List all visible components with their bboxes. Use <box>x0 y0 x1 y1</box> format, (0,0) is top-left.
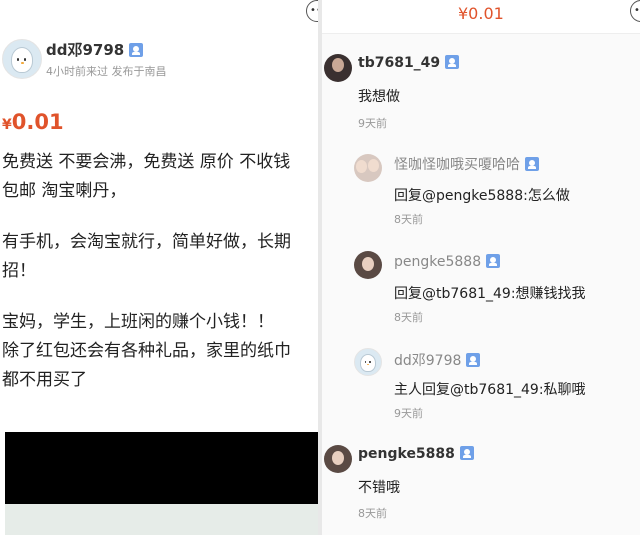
post-body-line: 免费送 不要会沸，免费送 原价 不收钱 <box>2 152 291 172</box>
commenter-name[interactable]: pengke5888 <box>394 254 501 270</box>
more-options-button[interactable]: ••• <box>306 0 318 22</box>
commenter-name[interactable]: 怪咖怪咖哦买嗄哈哈 <box>394 154 539 174</box>
verified-badge-icon <box>459 446 474 460</box>
author-avatar[interactable] <box>2 39 42 79</box>
post-price: ¥0.01 <box>2 110 64 134</box>
comment-text: 我想做 <box>358 89 400 105</box>
comment-time: 8天前 <box>394 213 423 226</box>
commenter-name[interactable]: tb7681_49 <box>358 55 460 71</box>
post-body-line: 包邮 淘宝喇丹， <box>2 181 127 201</box>
post-meta: 4小时前来过 发布于南昌 <box>46 65 167 78</box>
comment-time: 9天前 <box>358 117 387 130</box>
commenter-avatar[interactable] <box>354 251 382 279</box>
currency-symbol: ¥ <box>2 117 12 133</box>
bird-avatar-icon <box>360 353 376 372</box>
verified-badge-icon <box>466 353 481 367</box>
price-value: 0.01 <box>11 110 64 134</box>
commenter-avatar[interactable] <box>354 154 382 182</box>
comment-text: 主人回复@tb7681_49:私聊哦 <box>394 382 586 398</box>
verified-badge-icon <box>486 254 501 268</box>
verified-badge-icon <box>445 55 460 69</box>
commenter-avatar[interactable] <box>324 445 352 473</box>
header-price: ¥0.01 <box>458 4 504 23</box>
comments-header: ¥0.01 <box>322 0 640 34</box>
comments-panel: ¥0.01 ••• tb7681_49 我想做 9天前 怪咖怪咖哦买嗄哈哈 回复… <box>322 0 640 535</box>
comment-time: 9天前 <box>394 407 423 420</box>
more-dots-icon: ••• <box>634 5 640 16</box>
post-body-line: 除了红包还会有各种礼品，家里的纸巾 <box>2 341 291 361</box>
post-body-line: 宝妈，学生，上班闲的赚个小钱！！ <box>2 312 274 332</box>
post-detail-panel: ••• dd邓9798 4小时前来过 发布于南昌 ¥0.01 免费送 不要会沸，… <box>0 0 318 535</box>
comment-time: 8天前 <box>394 311 423 324</box>
post-body-line: 有手机，会淘宝就行，简单好做，长期 <box>2 232 291 252</box>
author-name[interactable]: dd邓9798 <box>46 39 144 60</box>
commenter-name[interactable]: dd邓9798 <box>394 350 481 370</box>
post-body-line: 招！ <box>2 261 36 281</box>
post-body: 免费送 不要会沸，免费送 原价 不收钱 包邮 淘宝喇丹， 有手机，会淘宝就行，简… <box>2 148 318 395</box>
bird-avatar-icon <box>10 46 34 74</box>
commenter-name[interactable]: pengke5888 <box>358 446 474 462</box>
comment-text: 回复@pengke5888:怎么做 <box>394 188 570 204</box>
commenter-avatar[interactable] <box>324 54 352 82</box>
comment-text: 回复@tb7681_49:想赚钱找我 <box>394 286 586 302</box>
comment-time: 8天前 <box>358 507 387 520</box>
commenter-avatar[interactable] <box>354 348 382 376</box>
post-body-line: 都不用买了 <box>2 370 87 390</box>
post-video[interactable] <box>5 432 318 535</box>
verified-badge-icon <box>525 157 539 171</box>
video-frame-floor <box>5 504 318 535</box>
verified-badge-icon <box>129 43 144 57</box>
comment-text: 不错哦 <box>358 480 400 496</box>
more-dots-icon: ••• <box>310 5 318 16</box>
post-header: dd邓9798 4小时前来过 发布于南昌 <box>0 33 318 83</box>
